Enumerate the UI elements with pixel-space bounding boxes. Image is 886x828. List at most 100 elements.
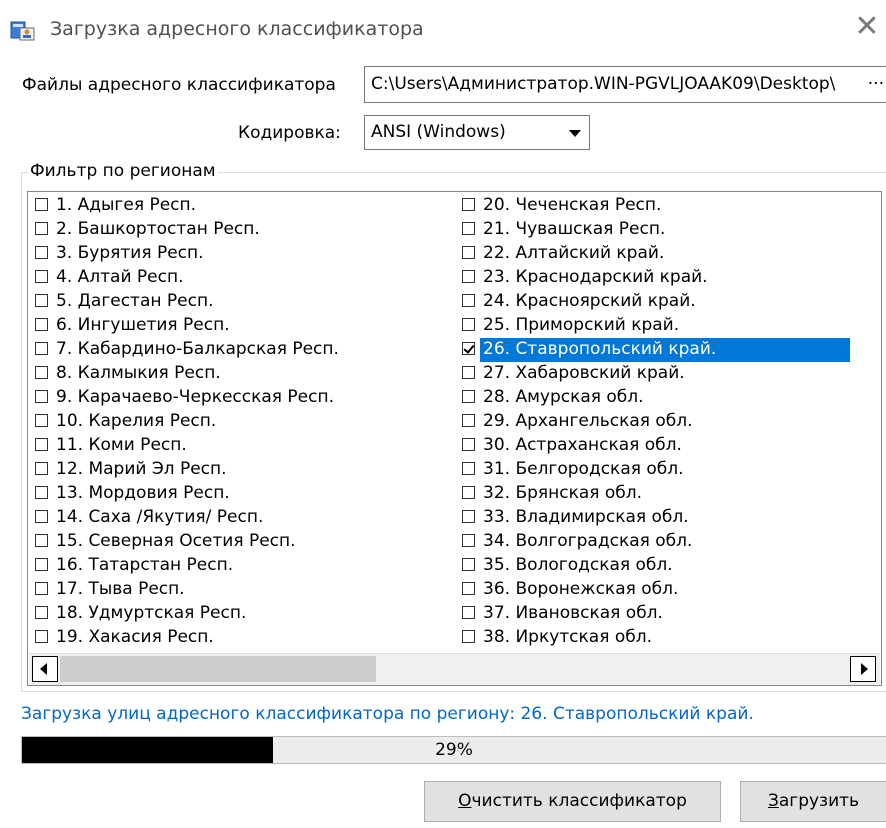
region-checkbox[interactable]: [35, 270, 48, 283]
region-checkbox[interactable]: [35, 630, 48, 643]
region-label: 8. Калмыкия Респ.: [56, 363, 221, 383]
progress-bar: 29%: [21, 736, 886, 764]
region-label: 28. Амурская обл.: [483, 387, 644, 407]
region-label: 4. Алтай Респ.: [56, 267, 184, 287]
region-checkbox[interactable]: [35, 246, 48, 259]
clear-classifier-button[interactable]: Очистить классификатор: [424, 781, 721, 822]
region-label: 13. Мордовия Респ.: [56, 483, 230, 503]
horizontal-scrollbar[interactable]: [29, 653, 880, 685]
region-label: 25. Приморский край.: [483, 315, 680, 335]
region-label: 3. Бурятия Респ.: [56, 243, 204, 263]
region-filter-legend: Фильтр по регионам: [28, 161, 218, 181]
region-checkbox[interactable]: [462, 534, 475, 547]
region-label: 7. Кабардино-Балкарская Респ.: [56, 339, 339, 359]
region-label: 2. Башкортостан Респ.: [56, 219, 260, 239]
scroll-thumb[interactable]: [60, 656, 376, 682]
region-checkbox[interactable]: [35, 342, 48, 355]
window-title: Загрузка адресного классификатора: [50, 18, 424, 40]
region-checkbox[interactable]: [35, 534, 48, 547]
region-checkbox[interactable]: [35, 414, 48, 427]
region-label: 16. Татарстан Респ.: [56, 555, 234, 575]
region-checkbox[interactable]: [35, 294, 48, 307]
clear-mnemonic: О: [458, 791, 472, 811]
close-icon[interactable]: ✕: [850, 10, 884, 44]
load-mnemonic: З: [767, 791, 779, 811]
region-label: 24. Красноярский край.: [483, 291, 696, 311]
region-checkbox[interactable]: [462, 510, 475, 523]
region-checkbox[interactable]: [35, 486, 48, 499]
region-checkbox[interactable]: [35, 198, 48, 211]
region-label: 19. Хакасия Респ.: [56, 627, 214, 647]
region-label: 6. Ингушетия Респ.: [56, 315, 230, 335]
region-label: 37. Ивановская обл.: [483, 603, 663, 623]
region-checkbox[interactable]: [462, 318, 475, 331]
region-label: 1. Адыгея Респ.: [56, 195, 197, 215]
region-checkbox[interactable]: [35, 390, 48, 403]
region-checkbox[interactable]: [462, 294, 475, 307]
region-checkbox[interactable]: [462, 462, 475, 475]
region-label: 38. Иркутская обл.: [483, 627, 652, 647]
region-checkbox[interactable]: [462, 414, 475, 427]
region-label: 20. Чеченская Респ.: [483, 195, 662, 215]
clear-label: чистить классификатор: [471, 791, 687, 811]
region-label: 21. Чувашская Респ.: [483, 219, 666, 239]
region-label: 32. Брянская обл.: [483, 483, 643, 503]
region-checkbox[interactable]: [462, 558, 475, 571]
region-checkbox[interactable]: [35, 558, 48, 571]
region-checkbox[interactable]: [462, 246, 475, 259]
encoding-select[interactable]: ANSI (Windows): [364, 115, 590, 150]
files-path-value: C:\Users\Администратор.WIN-PGVLJOAAK09\D…: [371, 74, 836, 94]
browse-button[interactable]: ···: [863, 67, 884, 102]
region-checkbox[interactable]: [462, 606, 475, 619]
region-label: 35. Вологодская обл.: [483, 555, 673, 575]
region-checkbox[interactable]: [462, 582, 475, 595]
region-checkbox[interactable]: [35, 462, 48, 475]
scroll-left-button[interactable]: [32, 656, 58, 682]
region-checkbox[interactable]: [35, 222, 48, 235]
region-label: 31. Белгородская обл.: [483, 459, 684, 479]
scroll-right-button[interactable]: [850, 656, 876, 682]
region-label: 36. Воронежская обл.: [483, 579, 679, 599]
region-checkbox[interactable]: [462, 630, 475, 643]
region-checklist[interactable]: 1. Адыгея Респ. 2. Башкортостан Респ. 3. Б…: [27, 191, 882, 686]
encoding-label: Кодировка:: [238, 123, 341, 143]
region-label: 5. Дагестан Респ.: [56, 291, 214, 311]
region-checkbox[interactable]: [35, 606, 48, 619]
region-label: 10. Карелия Респ.: [56, 411, 217, 431]
region-checkbox[interactable]: [462, 390, 475, 403]
region-label: 12. Марий Эл Респ.: [56, 459, 227, 479]
title-bar: Загрузка адресного классификатора ✕: [0, 0, 886, 60]
region-checkbox[interactable]: [462, 222, 475, 235]
region-label: 33. Владимирская обл.: [483, 507, 689, 527]
region-label: 34. Волгоградская обл.: [483, 531, 693, 551]
region-label: 17. Тыва Респ.: [56, 579, 185, 599]
region-checkbox[interactable]: [462, 438, 475, 451]
region-label: 29. Архангельская обл.: [483, 411, 693, 431]
address-book-icon: [10, 21, 35, 41]
region-checkbox[interactable]: [462, 270, 475, 283]
arrow-right-icon: [861, 663, 868, 675]
region-checkbox[interactable]: [35, 510, 48, 523]
region-label: 14. Саха /Якутия/ Респ.: [56, 507, 264, 527]
region-checkbox[interactable]: [35, 438, 48, 451]
region-label: 22. Алтайский край.: [483, 243, 665, 263]
status-message: Загрузка улиц адресного классификатора п…: [21, 704, 754, 724]
region-checkbox[interactable]: [462, 198, 475, 211]
files-path-field[interactable]: C:\Users\Администратор.WIN-PGVLJOAAK09\D…: [364, 66, 886, 103]
progress-label: 29%: [435, 740, 473, 760]
chevron-down-icon: [569, 130, 581, 137]
files-label: Файлы адресного классификатора: [22, 75, 336, 95]
region-checkbox[interactable]: [462, 486, 475, 499]
region-checkbox[interactable]: [462, 342, 475, 355]
load-button[interactable]: Загрузить: [740, 781, 886, 822]
region-checkbox[interactable]: [462, 366, 475, 379]
region-label: 27. Хабаровский край.: [483, 363, 685, 383]
region-checkbox[interactable]: [35, 318, 48, 331]
region-label: 18. Удмуртская Респ.: [56, 603, 247, 623]
region-label: 23. Краснодарский край.: [483, 267, 708, 287]
region-checkbox[interactable]: [35, 582, 48, 595]
region-checkbox[interactable]: [35, 366, 48, 379]
encoding-value: ANSI (Windows): [371, 122, 506, 142]
region-label: 15. Северная Осетия Респ.: [56, 531, 296, 551]
arrow-left-icon: [40, 663, 47, 675]
